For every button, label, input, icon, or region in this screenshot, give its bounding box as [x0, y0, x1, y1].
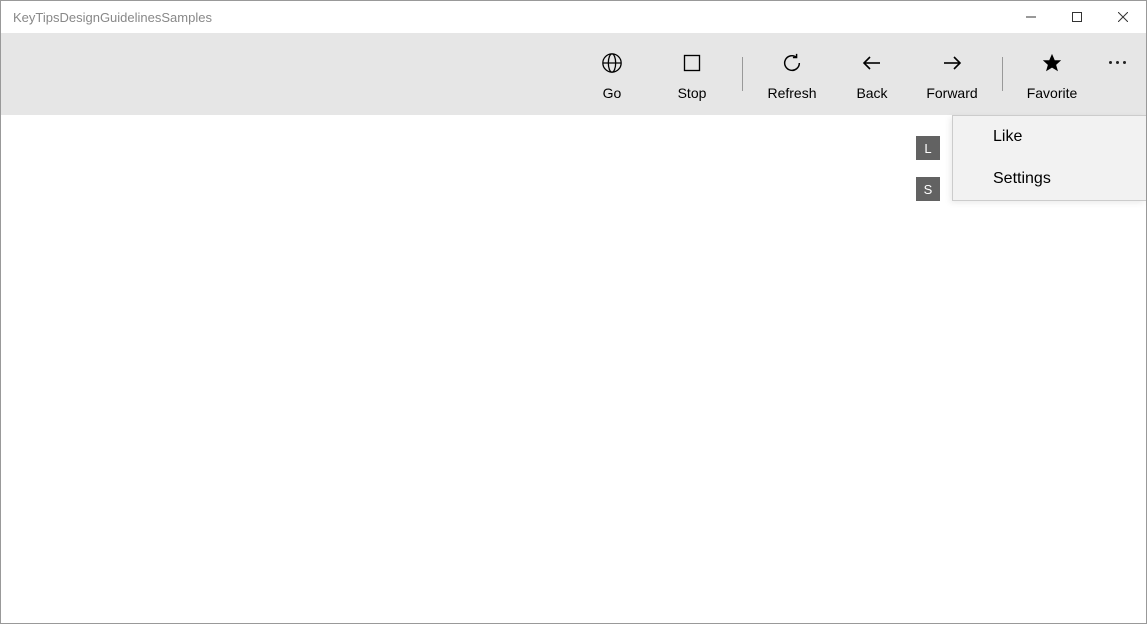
refresh-icon [781, 47, 803, 79]
maximize-button[interactable] [1054, 1, 1100, 33]
flyout-settings-label: Settings [993, 170, 1051, 188]
forward-label: Forward [926, 85, 977, 101]
stop-button[interactable]: Stop [652, 33, 732, 115]
refresh-button[interactable]: Refresh [752, 33, 832, 115]
refresh-label: Refresh [767, 85, 816, 101]
stop-icon [682, 47, 702, 79]
arrow-left-icon [860, 47, 884, 79]
keytip-like: L [916, 136, 940, 160]
favorite-button[interactable]: Favorite [1012, 33, 1092, 115]
titlebar: KeyTipsDesignGuidelinesSamples [1, 1, 1146, 33]
overflow-flyout: Like Settings [952, 115, 1146, 201]
command-bar: Go Stop Refresh Back [1, 33, 1146, 115]
close-button[interactable] [1100, 1, 1146, 33]
ellipsis-icon [1107, 61, 1128, 64]
flyout-item-settings[interactable]: Settings [953, 158, 1146, 200]
go-button[interactable]: Go [572, 33, 652, 115]
forward-button[interactable]: Forward [912, 33, 992, 115]
globe-icon [601, 47, 623, 79]
window-title: KeyTipsDesignGuidelinesSamples [13, 10, 212, 25]
stop-label: Stop [678, 85, 707, 101]
minimize-button[interactable] [1008, 1, 1054, 33]
separator [732, 57, 752, 91]
go-label: Go [603, 85, 622, 101]
more-button[interactable] [1092, 33, 1142, 115]
back-label: Back [856, 85, 887, 101]
favorite-label: Favorite [1027, 85, 1078, 101]
window-controls [1008, 1, 1146, 33]
flyout-item-like[interactable]: Like [953, 116, 1146, 158]
arrow-right-icon [940, 47, 964, 79]
back-button[interactable]: Back [832, 33, 912, 115]
star-icon [1041, 47, 1063, 79]
flyout-like-label: Like [993, 128, 1022, 146]
separator [992, 57, 1012, 91]
keytip-settings: S [916, 177, 940, 201]
